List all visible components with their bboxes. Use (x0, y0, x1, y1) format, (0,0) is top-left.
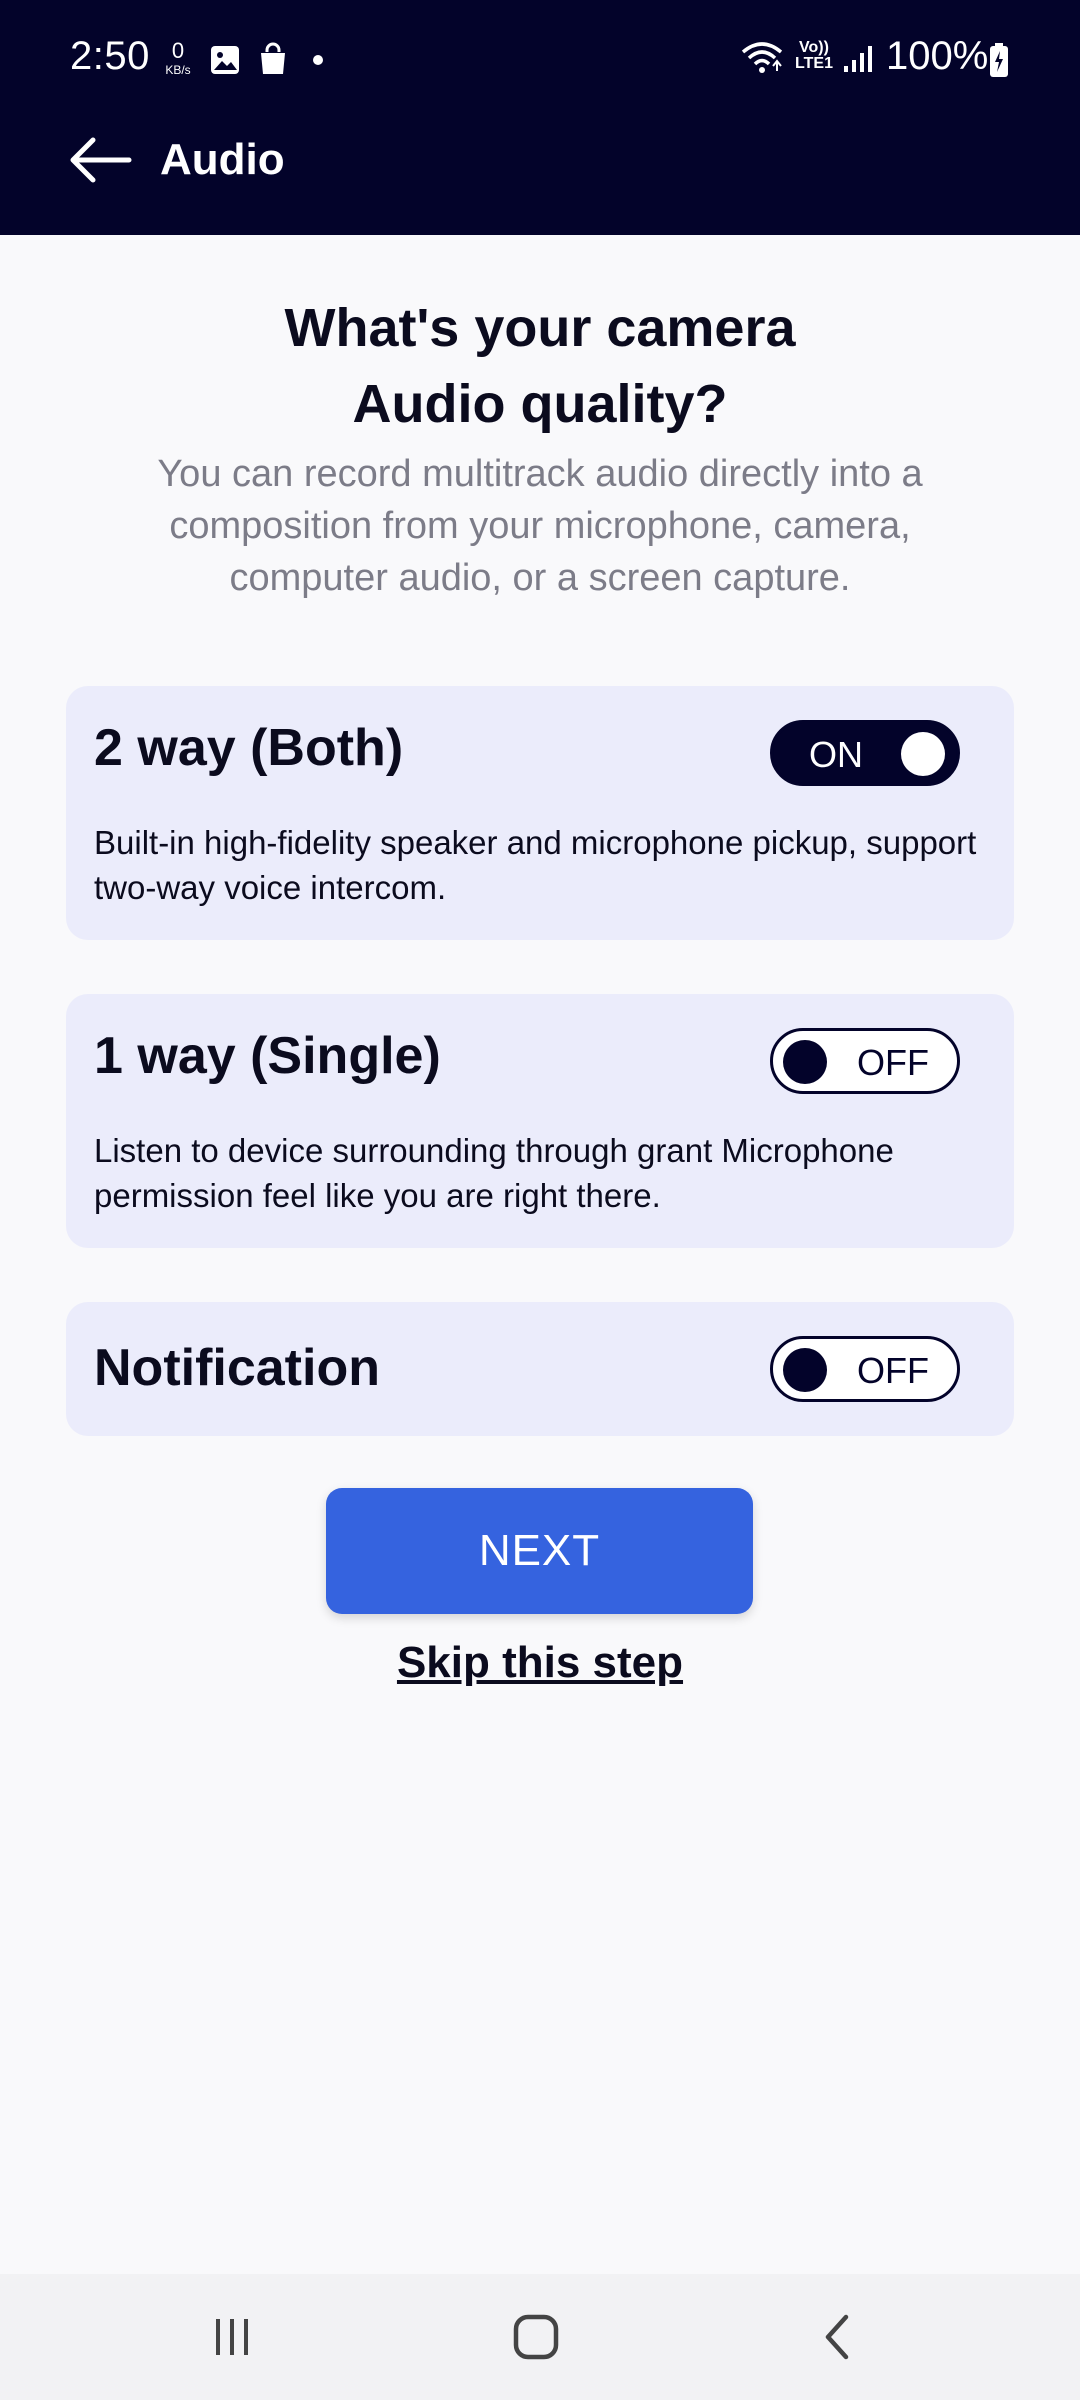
gallery-icon (209, 44, 241, 81)
status-time: 2:50 (70, 34, 150, 78)
toggle-knob (783, 1040, 827, 1084)
nav-back-button[interactable] (798, 2304, 878, 2370)
option-description: Built-in high-fidelity speaker and micro… (94, 824, 977, 906)
option-card-notification: Notification OFF (66, 1302, 1014, 1436)
option-title: 2 way (Both) (94, 719, 404, 777)
description-text: You can record multitrack audio directly… (157, 453, 923, 599)
toggle-label: ON (809, 734, 863, 775)
network-speed-unit: KB/s (165, 63, 191, 77)
headline-line-1: What's your camera (284, 298, 796, 358)
network-speed-value: 0 (171, 38, 185, 63)
home-icon (513, 2314, 559, 2360)
wifi-icon (740, 40, 784, 81)
battery-percentage: 100% (886, 34, 989, 78)
notification-dot-icon (313, 55, 323, 65)
signal-icon (842, 44, 876, 79)
one-way-toggle[interactable]: OFF (770, 1028, 960, 1094)
toggle-knob (783, 1348, 827, 1392)
recent-apps-icon (216, 2319, 248, 2355)
toggle-knob (901, 732, 945, 776)
option-card-one-way: 1 way (Single) OFF Listen to device surr… (66, 994, 1014, 1248)
back-button[interactable] (64, 130, 136, 190)
network-speed: 0 KB/s (158, 38, 198, 77)
volte-indicator: Vo)) LTE1 (792, 40, 836, 72)
app-header: 2:50 0 KB/s Vo)) LTE1 100% Audio (0, 0, 1080, 235)
volte-label: Vo)) (799, 39, 829, 56)
notification-toggle[interactable]: OFF (770, 1336, 960, 1402)
skip-step-link[interactable]: Skip this step (0, 1638, 1080, 1688)
toggle-label: OFF (857, 1042, 929, 1083)
back-icon (825, 2314, 849, 2360)
system-nav-bar (0, 2274, 1080, 2400)
arrow-left-icon (70, 137, 132, 183)
headline-line-2: Audio quality? (352, 374, 728, 434)
page-title: Audio (160, 135, 285, 184)
recent-apps-button[interactable] (192, 2304, 272, 2370)
two-way-toggle[interactable]: ON (770, 720, 960, 786)
lte-label: LTE1 (795, 55, 833, 72)
headline: What's your camera Audio quality? (0, 290, 1080, 442)
next-button[interactable]: NEXT (326, 1488, 753, 1614)
shopping-bag-icon (257, 42, 289, 81)
home-button[interactable] (496, 2304, 576, 2370)
option-card-two-way: 2 way (Both) ON Built-in high-fidelity s… (66, 686, 1014, 940)
toggle-label: OFF (857, 1350, 929, 1391)
status-bar: 2:50 0 KB/s Vo)) LTE1 100% (0, 0, 1080, 120)
option-title: Notification (94, 1339, 380, 1397)
option-description: Listen to device surrounding through gra… (94, 1132, 894, 1214)
option-title: 1 way (Single) (94, 1027, 441, 1085)
battery-charging-icon (988, 42, 1010, 83)
